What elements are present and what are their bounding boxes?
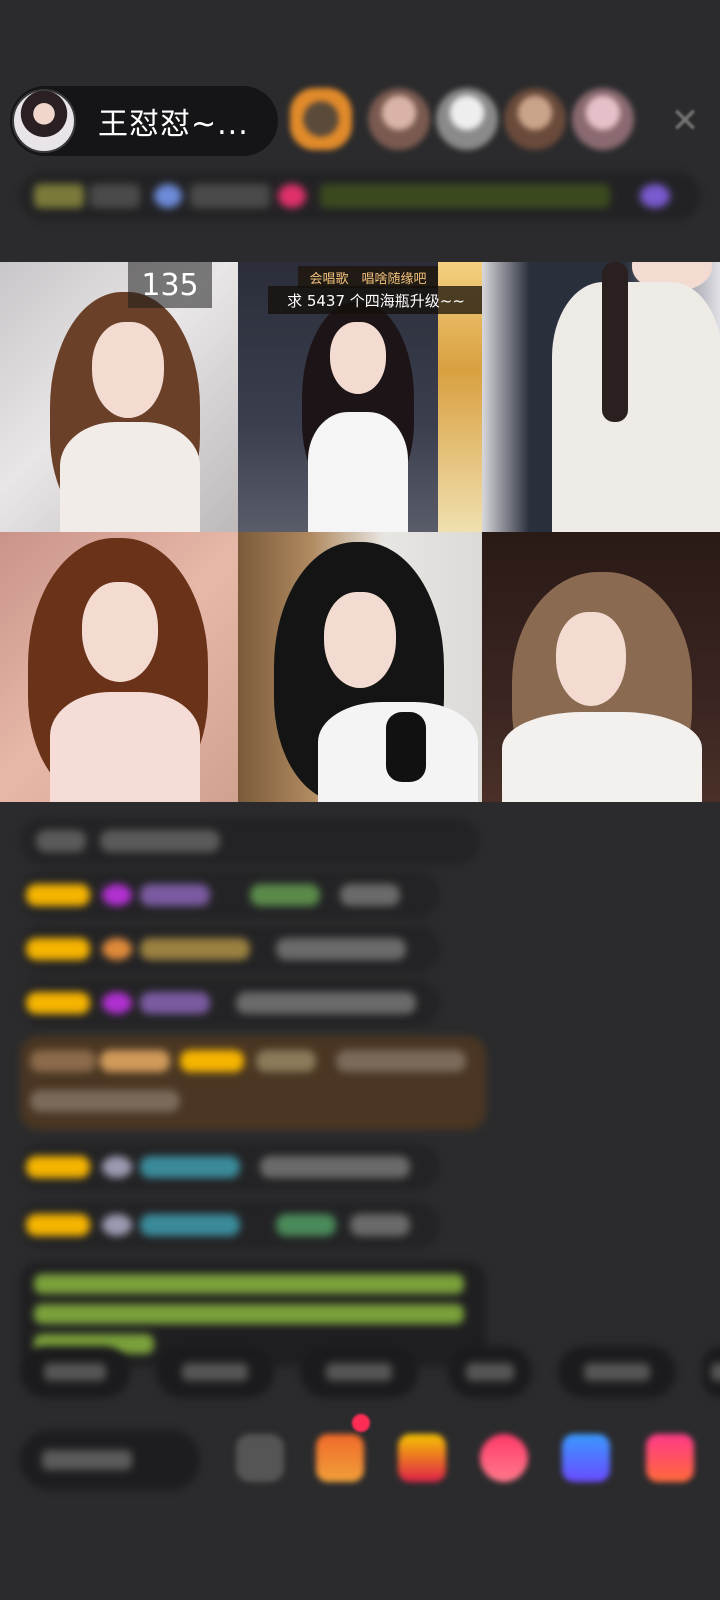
top-viewer-avatar-4[interactable] [504, 88, 566, 150]
multi-guest-video-grid: 135 会唱歌 唱啥随缘吧 求 5437 个四海瓶升级~~ [0, 262, 720, 802]
quick-reply-chip[interactable] [702, 1346, 720, 1398]
close-icon[interactable]: ✕ [668, 101, 702, 141]
top-viewer-avatar-5[interactable] [572, 88, 634, 150]
host-avatar[interactable] [12, 89, 76, 153]
guest-video-tile-2[interactable]: 会唱歌 唱啥随缘吧 求 5437 个四海瓶升级~~ [238, 262, 482, 532]
lucky-bag-icon[interactable] [398, 1434, 446, 1482]
gift-box-icon[interactable] [316, 1434, 364, 1482]
chat-message [20, 1202, 440, 1248]
chat-message [20, 980, 440, 1026]
guest-video-tile-6[interactable] [482, 532, 720, 802]
room-info-bar[interactable] [20, 172, 700, 220]
tile-score-badge: 135 [128, 262, 212, 308]
top-viewer-avatar-3[interactable] [436, 88, 498, 150]
game-controller-icon[interactable] [562, 1434, 610, 1482]
gift-icon[interactable] [646, 1434, 694, 1482]
notification-dot [352, 1414, 370, 1432]
tile-caption-top: 会唱歌 唱啥随缘吧 [298, 266, 438, 288]
quick-reply-chip[interactable] [448, 1346, 532, 1398]
guest-video-tile-1[interactable]: 135 [0, 262, 238, 532]
emoji-icon[interactable] [236, 1434, 284, 1482]
chat-message [20, 818, 480, 864]
comment-input[interactable] [20, 1430, 200, 1490]
chat-message [20, 872, 440, 918]
quick-reply-chip[interactable] [20, 1346, 130, 1398]
host-name: 王怼怼~... [98, 107, 249, 142]
guest-video-tile-4[interactable] [0, 532, 238, 802]
top-viewer-avatar-2[interactable] [368, 88, 430, 150]
quick-reply-chip[interactable] [156, 1346, 274, 1398]
chat-message-highlight [20, 1036, 486, 1130]
tile-caption-main: 求 5437 个四海瓶升级~~ [268, 286, 482, 314]
top-viewer-avatar-1[interactable] [290, 88, 352, 150]
guest-video-tile-3[interactable] [482, 262, 720, 532]
host-info-pill[interactable]: 王怼怼~... [10, 86, 278, 156]
guest-video-tile-5[interactable] [238, 532, 482, 802]
quick-reply-chip[interactable] [558, 1346, 676, 1398]
chat-message [20, 926, 440, 972]
chat-message [20, 1144, 440, 1190]
heart-icon[interactable] [480, 1434, 528, 1482]
quick-reply-chip[interactable] [300, 1346, 418, 1398]
